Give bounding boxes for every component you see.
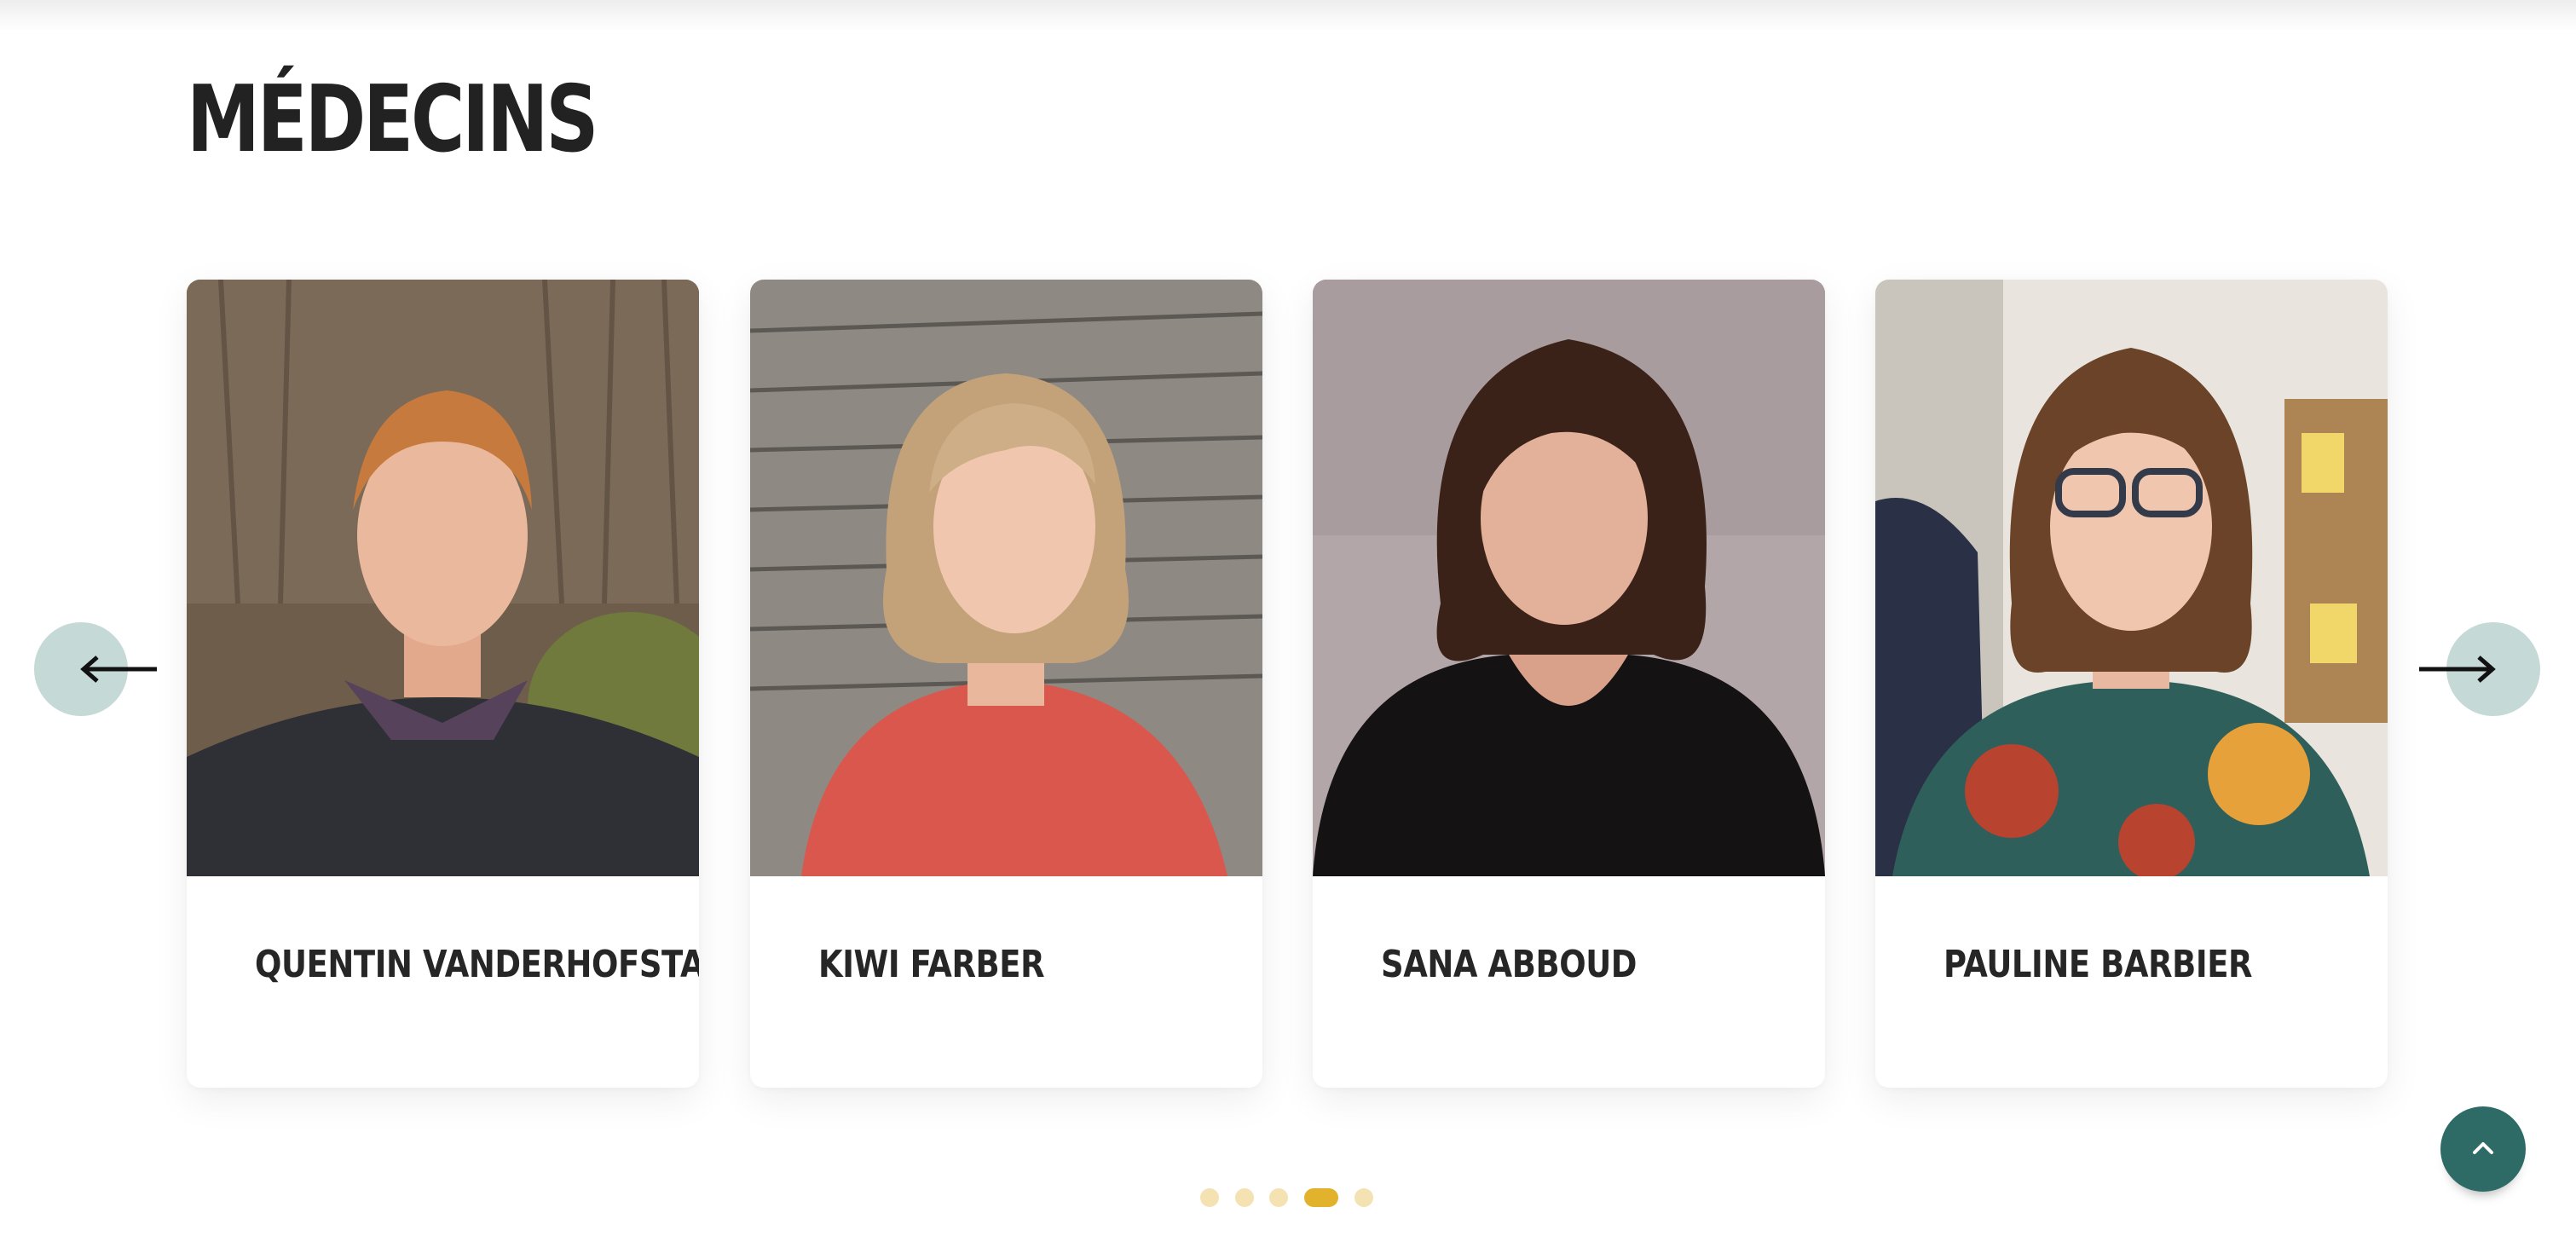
doctor-card[interactable]: KIWI FARBER — [750, 280, 1262, 1088]
doctor-name: QUENTIN VANDERHOFSTADT — [255, 943, 699, 986]
doctor-card[interactable]: SANA ABBOUD — [1313, 280, 1825, 1088]
chevron-up-icon — [2473, 1142, 2493, 1154]
doctor-name: PAULINE BARBIER — [1944, 943, 2253, 986]
carousel-dot-1[interactable] — [1200, 1188, 1219, 1207]
doctor-photo — [1313, 280, 1825, 876]
carousel-pagination — [0, 1188, 2576, 1209]
doctor-name: KIWI FARBER — [818, 943, 1045, 986]
back-to-top-button[interactable] — [2440, 1106, 2526, 1192]
arrow-left-icon — [80, 656, 157, 683]
carousel-dot-2[interactable] — [1235, 1188, 1254, 1207]
carousel-dot-4[interactable] — [1304, 1188, 1338, 1207]
carousel-dot-5[interactable] — [1354, 1188, 1373, 1207]
doctors-carousel: QUENTIN VANDERHOFSTADT KIWI FARBER — [0, 0, 2576, 1236]
arrow-right-icon — [2419, 656, 2496, 683]
carousel-next-button[interactable] — [2419, 622, 2540, 716]
carousel-prev-button[interactable] — [34, 622, 157, 716]
doctor-card[interactable]: PAULINE BARBIER — [1875, 280, 2388, 1088]
carousel-dot-3[interactable] — [1269, 1188, 1288, 1207]
doctor-photo — [187, 280, 699, 876]
doctor-photo — [750, 280, 1262, 876]
doctor-name: SANA ABBOUD — [1381, 943, 1637, 986]
doctor-photo — [1875, 280, 2388, 876]
doctor-card[interactable]: QUENTIN VANDERHOFSTADT — [187, 280, 699, 1088]
